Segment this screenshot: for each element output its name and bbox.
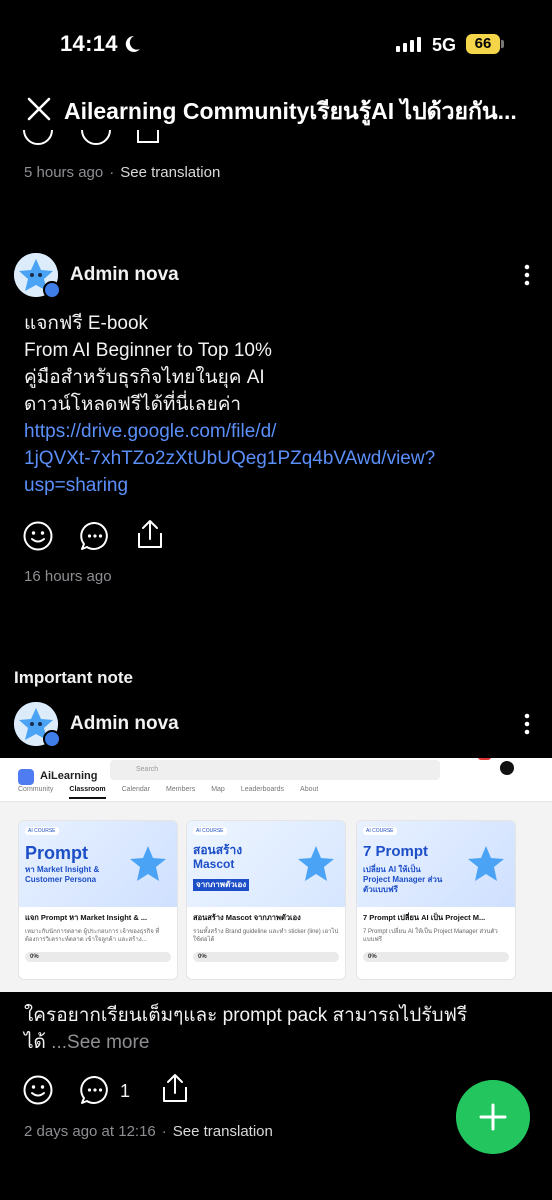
course-thumbnail: AI COURSE Prompt หา Market Insight & Cus… bbox=[19, 821, 177, 907]
image-brand: AiLearning bbox=[40, 770, 98, 782]
nav-item: Classroom bbox=[69, 786, 106, 799]
section-label: Important note bbox=[14, 668, 133, 687]
see-more-link[interactable]: ...See more bbox=[46, 1032, 149, 1053]
post-line: From AI Beginner to Top 10% bbox=[24, 340, 272, 361]
comment-icon[interactable] bbox=[79, 1074, 111, 1106]
course-tag: AI COURSE bbox=[193, 827, 227, 835]
course-progress: 0% bbox=[363, 952, 509, 962]
image-search: Search bbox=[110, 760, 440, 780]
close-icon[interactable] bbox=[22, 92, 56, 126]
course-sub-title: เปลี่ยน AI ให้เป็น Project Manager ส่วนต… bbox=[363, 865, 443, 894]
battery-level: 66 bbox=[466, 34, 500, 54]
course-sub-title: จากภาพตัวเอง bbox=[193, 879, 250, 891]
nav-item: Calendar bbox=[121, 786, 151, 793]
post-time: 5 hours ago bbox=[24, 164, 104, 181]
previous-post-meta: 5 hours ago · See translation bbox=[24, 164, 221, 181]
course-title: 7 Prompt เปลี่ยน AI เป็น Project M... bbox=[363, 913, 486, 922]
post-time: 16 hours ago bbox=[24, 568, 112, 585]
post-line: ได้ bbox=[24, 1032, 46, 1053]
comment-icon[interactable] bbox=[79, 520, 111, 552]
course-desc: 7 Prompt เปลี่ยน AI ให้เป็น Project Mana… bbox=[363, 929, 498, 943]
course-progress: 0% bbox=[193, 952, 339, 962]
kebab-icon[interactable] bbox=[515, 712, 539, 736]
nav-item: Members bbox=[166, 786, 196, 793]
status-time: 14:14 bbox=[60, 31, 118, 56]
nav-item: About bbox=[300, 786, 319, 793]
course-card: AI COURSE สอนสร้าง Mascot จากภาพตัวเอง ส… bbox=[186, 820, 346, 980]
author-name[interactable]: Admin nova bbox=[70, 264, 179, 286]
admin-badge bbox=[43, 730, 61, 748]
page-title: Ailearning Communityเรียนรู้AI ไปด้วยกัน… bbox=[64, 98, 517, 124]
star-mascot-icon bbox=[130, 846, 166, 881]
course-tag: AI COURSE bbox=[363, 827, 397, 835]
avatar[interactable] bbox=[14, 253, 61, 299]
plus-icon[interactable] bbox=[456, 1080, 530, 1154]
share-icon[interactable] bbox=[134, 518, 166, 550]
course-big-title: Prompt bbox=[25, 843, 88, 863]
comment-count: 1 bbox=[120, 1081, 131, 1101]
image-topbar: AiLearning Search 26 Community Classroom… bbox=[0, 758, 552, 802]
image-nav: Community Classroom Calendar Members Map… bbox=[0, 786, 552, 799]
course-progress: 0% bbox=[25, 952, 171, 962]
previous-post-actions bbox=[23, 130, 159, 145]
link-line[interactable]: 1jQVXt-7xhTZo2zXtUbUQeg1PZq4bVAwd/view? bbox=[24, 445, 534, 472]
course-big-title: 7 Prompt bbox=[363, 843, 429, 860]
star-mascot-icon bbox=[468, 846, 504, 881]
battery-tip bbox=[501, 40, 504, 48]
profile-icon bbox=[500, 761, 514, 775]
post-line: คู่มือสำหรับธุรกิจไทยในยุค AI bbox=[24, 367, 265, 388]
course-title: สอนสร้าง Mascot จากภาพตัวเอง bbox=[193, 913, 301, 922]
nav-item: Leaderboards bbox=[240, 786, 285, 793]
post-body: ใครอยากเรียนเต็มๆและ prompt pack สามารถไ… bbox=[24, 1002, 534, 1056]
link-line[interactable]: https://drive.google.com/file/d/ bbox=[24, 418, 534, 445]
notification-count: 26 bbox=[478, 758, 491, 760]
course-card: AI COURSE 7 Prompt เปลี่ยน AI ให้เป็น Pr… bbox=[356, 820, 516, 980]
post-body: แจกฟรี E-book From AI Beginner to Top 10… bbox=[24, 310, 534, 499]
course-big-title: สอนสร้าง Mascot bbox=[193, 843, 243, 871]
smiley-icon[interactable] bbox=[22, 520, 54, 552]
see-translation-link[interactable]: See translation bbox=[173, 1123, 273, 1140]
course-desc: เหมาะกับนักการตลาด ผู้ประกอบการ เจ้าของธ… bbox=[25, 929, 160, 943]
course-thumbnail: AI COURSE 7 Prompt เปลี่ยน AI ให้เป็น Pr… bbox=[357, 821, 515, 907]
post-meta: 2 days ago at 12:16 · See translation bbox=[24, 1123, 273, 1140]
moon-icon bbox=[125, 35, 140, 52]
post-line: ใครอยากเรียนเต็มๆและ prompt pack สามารถไ… bbox=[24, 1005, 468, 1026]
app-logo bbox=[18, 769, 34, 785]
post-line: ดาวน์โหลดฟรีได้ที่นี่เลยค่า bbox=[24, 394, 242, 415]
signal-icon bbox=[396, 36, 421, 52]
star-mascot-icon bbox=[298, 846, 334, 881]
course-tag: AI COURSE bbox=[25, 827, 59, 835]
avatar[interactable] bbox=[14, 702, 61, 748]
author-name[interactable]: Admin nova bbox=[70, 713, 179, 735]
post-image[interactable]: AiLearning Search 26 Community Classroom… bbox=[0, 758, 552, 992]
kebab-icon[interactable] bbox=[515, 263, 539, 287]
nav-item: Community bbox=[18, 786, 54, 793]
share-icon[interactable] bbox=[159, 1072, 191, 1104]
smiley-icon[interactable] bbox=[22, 1074, 54, 1106]
course-desc: รวมทั้งสร้าง Brand guideline และทำ stick… bbox=[193, 929, 339, 943]
post-time: 2 days ago at 12:16 bbox=[24, 1123, 156, 1140]
admin-badge bbox=[43, 281, 61, 299]
course-thumbnail: AI COURSE สอนสร้าง Mascot จากภาพตัวเอง bbox=[187, 821, 345, 907]
nav-item: Map bbox=[211, 786, 225, 793]
network-label: 5G bbox=[432, 35, 457, 55]
see-translation-link[interactable]: See translation bbox=[120, 164, 220, 181]
course-card: AI COURSE Prompt หา Market Insight & Cus… bbox=[18, 820, 178, 980]
post-line: แจกฟรี E-book bbox=[24, 313, 149, 334]
course-sub-title: หา Market Insight & Customer Persona bbox=[25, 865, 100, 884]
course-title: แจก Prompt หา Market Insight & ... bbox=[25, 913, 148, 922]
drive-link[interactable]: https://drive.google.com/file/d/ 1jQVXt-… bbox=[24, 418, 534, 499]
link-line[interactable]: usp=sharing bbox=[24, 472, 534, 499]
